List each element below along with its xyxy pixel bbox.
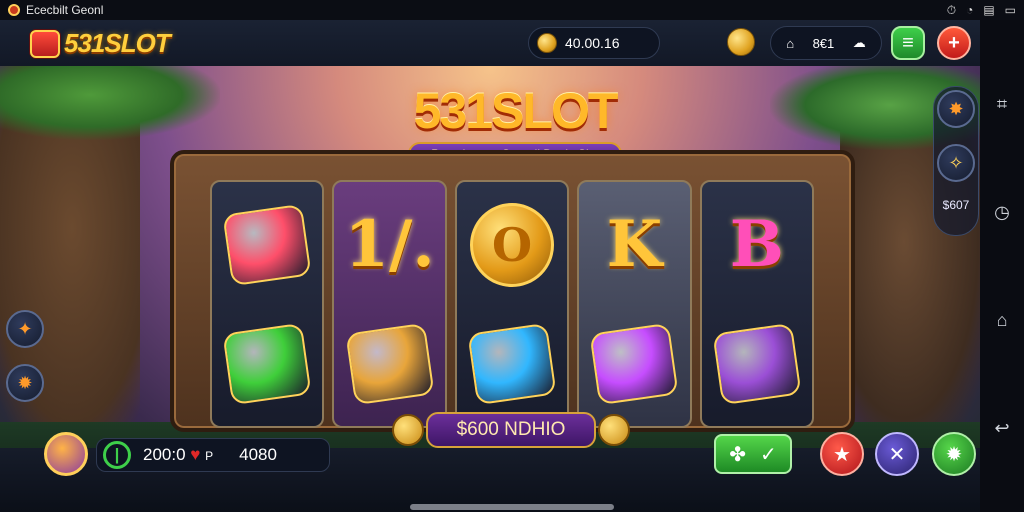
clover-icon: ✤ xyxy=(729,443,746,466)
compass-icon: ✧ xyxy=(948,152,964,173)
gem-symbol xyxy=(222,203,312,286)
home-nav-icon[interactable]: ⌂ xyxy=(991,309,1013,331)
counter-value: 8€1 xyxy=(812,35,835,51)
reel-4-top-symbol: K xyxy=(585,188,683,301)
star-burst-icon: ✸ xyxy=(948,98,964,119)
stat-primary-suffix: P xyxy=(205,449,214,463)
logo-text: 531SLOT xyxy=(64,28,171,58)
compass-button[interactable]: ✧ xyxy=(937,144,975,182)
screenshot-icon[interactable]: ⌗ xyxy=(991,93,1013,115)
gem-symbol xyxy=(222,322,312,405)
reel-5: B xyxy=(699,180,814,428)
plus-icon: + xyxy=(948,31,960,54)
app-name: Ececbilt Geonl xyxy=(26,3,104,17)
logo-badge-icon xyxy=(30,29,60,58)
gift-icon: ✦ xyxy=(17,318,33,339)
level-ring-icon: | xyxy=(103,441,131,469)
reel-4-bottom-symbol xyxy=(585,307,683,420)
status-bar: Ececbilt Geonl ⏱ ◔ ▤ ▭ xyxy=(0,0,1024,20)
reel-3: O xyxy=(454,180,570,428)
title-text: 531SLOT xyxy=(413,83,619,139)
wifi-icon: ◔ xyxy=(966,3,974,17)
gift-button[interactable]: ✦ xyxy=(6,310,44,348)
reel-3-bottom-symbol xyxy=(463,307,561,420)
player-stats: | 200:0 ♥ P 4080 xyxy=(96,438,330,472)
app-icon xyxy=(8,4,20,16)
home-icon: ⌂ xyxy=(786,35,795,51)
gem-symbol xyxy=(467,322,557,405)
bonus-button[interactable]: ✸ xyxy=(937,90,975,128)
gem-symbol xyxy=(589,322,680,405)
bet-bar: $600 NDHIO xyxy=(392,412,632,448)
menu-button[interactable]: ≡ xyxy=(891,26,925,60)
bet-decrease-button[interactable] xyxy=(392,414,424,446)
bet-label: $600 NDHIO xyxy=(426,412,596,448)
check-icon: ✓ xyxy=(760,443,777,466)
reel-5-bottom-symbol xyxy=(708,307,806,420)
coin-o-symbol: O xyxy=(469,202,554,287)
gold-coin-icon[interactable] xyxy=(727,28,755,56)
signal-icon: ▤ xyxy=(983,3,995,17)
reel-1-bottom-symbol xyxy=(218,307,316,420)
back-icon[interactable]: ↩ xyxy=(991,417,1013,439)
gesture-bar[interactable] xyxy=(410,504,614,510)
letter-symbol: K xyxy=(606,207,663,282)
coin-icon xyxy=(537,33,557,53)
auto-spin-button[interactable]: ✹ xyxy=(932,432,976,476)
spin-button[interactable]: ✤ ✓ xyxy=(714,434,792,474)
top-bar: 531SLOT 40.00.16 ⌂ 8€1 ☁ ≡ + xyxy=(0,20,980,66)
gem-symbol xyxy=(344,322,435,405)
status-icons: ⏱ ◔ ▤ ▭ xyxy=(947,3,1016,18)
settings-button[interactable]: ✹ xyxy=(6,364,44,402)
stat-primary: 200:0 xyxy=(143,445,186,464)
gem-symbol xyxy=(712,322,802,405)
add-button[interactable]: + xyxy=(937,26,971,60)
letter-symbol: 1/. xyxy=(344,207,435,282)
clock-icon[interactable]: ◷ xyxy=(991,201,1013,223)
stat-secondary: 4080 xyxy=(239,445,277,464)
game-logo[interactable]: 531SLOT xyxy=(30,28,171,59)
reel-2-top-symbol: 1/. xyxy=(340,188,438,301)
game-screen: Ececbilt Geonl ⏱ ◔ ▤ ▭ 531SLOT 40.00.16 xyxy=(0,0,1024,512)
balance-value: 40.00.16 xyxy=(565,35,620,51)
reel-1-top-symbol xyxy=(218,188,316,301)
gear-icon: ✹ xyxy=(17,372,33,393)
bet-increase-button[interactable] xyxy=(598,414,630,446)
close-button[interactable]: ✕ xyxy=(875,432,919,476)
menu-icon: ≡ xyxy=(902,31,914,54)
reel-2-bottom-symbol xyxy=(340,307,438,420)
home-counter[interactable]: ⌂ 8€1 ☁ xyxy=(770,26,882,60)
heart-icon: ♥ xyxy=(190,445,201,464)
reel-3-top-symbol: O xyxy=(463,188,561,301)
slot-reels[interactable]: 1/. O K B xyxy=(210,180,814,428)
star-icon: ★ xyxy=(833,443,851,466)
close-icon: ✕ xyxy=(888,443,906,466)
player-avatar[interactable] xyxy=(44,432,88,476)
reel-5-top-symbol: B xyxy=(708,188,806,301)
favorite-button[interactable]: ★ xyxy=(820,432,864,476)
reel-4: K xyxy=(577,180,692,428)
system-nav-bar: ⌗ ◷ ⌂ ↩ xyxy=(980,20,1024,512)
cog-icon: ✹ xyxy=(945,443,963,466)
side-value: $607 xyxy=(942,198,970,212)
cloud-icon: ☁ xyxy=(852,35,866,50)
letter-symbol: B xyxy=(729,207,784,282)
balance-display[interactable]: 40.00.16 xyxy=(528,27,660,59)
battery-icon: ▭ xyxy=(1004,3,1016,17)
reel-1 xyxy=(210,180,325,428)
reel-2: 1/. xyxy=(332,180,447,428)
notification-icon: ⏱ xyxy=(946,2,957,17)
